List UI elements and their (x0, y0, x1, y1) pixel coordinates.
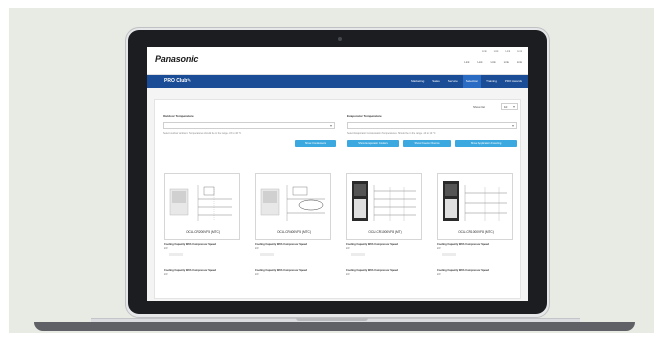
product-image (443, 181, 507, 221)
show-count-select[interactable]: 10 (501, 103, 518, 110)
evaporator-temperature-select[interactable] (347, 122, 517, 129)
camera-icon (338, 37, 342, 41)
show-list-label: Show list (473, 105, 486, 109)
spec-label: Cooling Capacity With Compressor Speed (164, 243, 217, 246)
nav-item-marketing[interactable]: Marketing (408, 75, 427, 88)
laptop-screen: Panasonic Link Link Link Link Link Link … (147, 47, 528, 301)
product-model: OCU-CR200VF5 (MTC) (186, 230, 220, 234)
product-card[interactable]: OCU-CR200VF5 (MTC) (164, 173, 240, 240)
spec-unit: kW (346, 247, 350, 250)
spec-unit: kW (437, 247, 441, 250)
spec-unit: kW (164, 273, 168, 276)
product-card[interactable]: OCU-CR1000VF8 (MT) (346, 173, 422, 240)
product-image (352, 181, 416, 221)
nav-item-service[interactable]: Service (445, 75, 461, 88)
utility-link[interactable]: Link (464, 60, 469, 64)
spec-value (442, 253, 456, 256)
evaporator-temperature-label: Evaporator Temperature (347, 114, 382, 118)
evaporator-note: Select Evaporator Condensation Temperatu… (347, 132, 436, 135)
spec-label: Cooling Capacity With Compressor Speed (255, 269, 308, 272)
show-freezer-rooms-button[interactable]: Show Freezer Rooms (403, 140, 451, 147)
spec-value (351, 253, 365, 256)
spec-unit: kW (164, 247, 168, 250)
spec-value (260, 253, 274, 256)
nav-items: Marketing Sales Service Selection Traini… (408, 75, 525, 88)
top-link[interactable]: Link (517, 50, 522, 53)
spec-unit: kW (255, 247, 259, 250)
utility-link[interactable]: Link (477, 60, 482, 64)
site-header: Panasonic Link Link Link Link Link Link … (147, 47, 528, 75)
outdoor-note: Select outdoor ambient. Temperatures sho… (163, 132, 242, 135)
product-card[interactable]: OCU-CR400VF5 (MTC) (255, 173, 331, 240)
product-model: OCU-CR1000VF8 (MTC) (458, 230, 494, 234)
spec-label: Cooling Capacity With Compressor Speed (164, 269, 217, 272)
outdoor-temperature-label: Outdoor Temperature (163, 114, 194, 118)
main-nav: PRO Club ✎ Marketing Sales Service Selec… (147, 75, 528, 88)
brand-logo[interactable]: Panasonic (155, 54, 198, 64)
utility-link[interactable]: Link (517, 60, 522, 64)
show-evaporator-coolers-button[interactable]: Show Evaporator Coolers (347, 140, 399, 147)
top-link[interactable]: Link (505, 50, 510, 53)
spec-label: Cooling Capacity With Compressor Speed (437, 269, 490, 272)
spec-label: Cooling Capacity With Compressor Speed (346, 269, 399, 272)
product-model: OCU-CR400VF5 (MTC) (277, 230, 311, 234)
laptop-base-edge (34, 322, 635, 331)
nav-item-selection[interactable]: Selection (462, 75, 482, 88)
spec-unit: kW (346, 273, 350, 276)
spec-value (169, 253, 183, 256)
product-model: OCU-CR1000VF8 (MT) (368, 230, 402, 234)
top-links: Link Link Link Link (482, 50, 522, 53)
spec-unit: kW (437, 273, 441, 276)
show-application-freezing-button[interactable]: Show Application Freezing (455, 140, 517, 147)
product-image (260, 185, 325, 221)
utility-link[interactable]: Link (504, 60, 509, 64)
top-link[interactable]: Link (482, 50, 487, 53)
spec-label: Cooling Capacity With Compressor Speed (255, 243, 308, 246)
utility-links: Link Link Link Link Link (464, 60, 522, 64)
nav-item-pro-awards[interactable]: PRO Awards (502, 75, 525, 88)
utility-link[interactable]: Link (491, 60, 496, 64)
spec-label: Cooling Capacity With Compressor Speed (437, 243, 490, 246)
laptop-notch (296, 318, 368, 321)
spec-label: Cooling Capacity With Compressor Speed (346, 243, 399, 246)
product-card[interactable]: OCU-CR1000VF8 (MTC) (437, 173, 513, 240)
nav-item-sales[interactable]: Sales (429, 75, 443, 88)
pencil-icon: ✎ (187, 78, 192, 84)
spec-unit: kW (255, 273, 259, 276)
nav-item-training[interactable]: Training (483, 75, 500, 88)
outdoor-temperature-select[interactable] (163, 122, 335, 129)
product-image (169, 185, 232, 221)
pro-club-title[interactable]: PRO Club (164, 78, 187, 84)
top-link[interactable]: Link (494, 50, 499, 53)
show-condensers-button[interactable]: Show Condensers (295, 140, 336, 147)
